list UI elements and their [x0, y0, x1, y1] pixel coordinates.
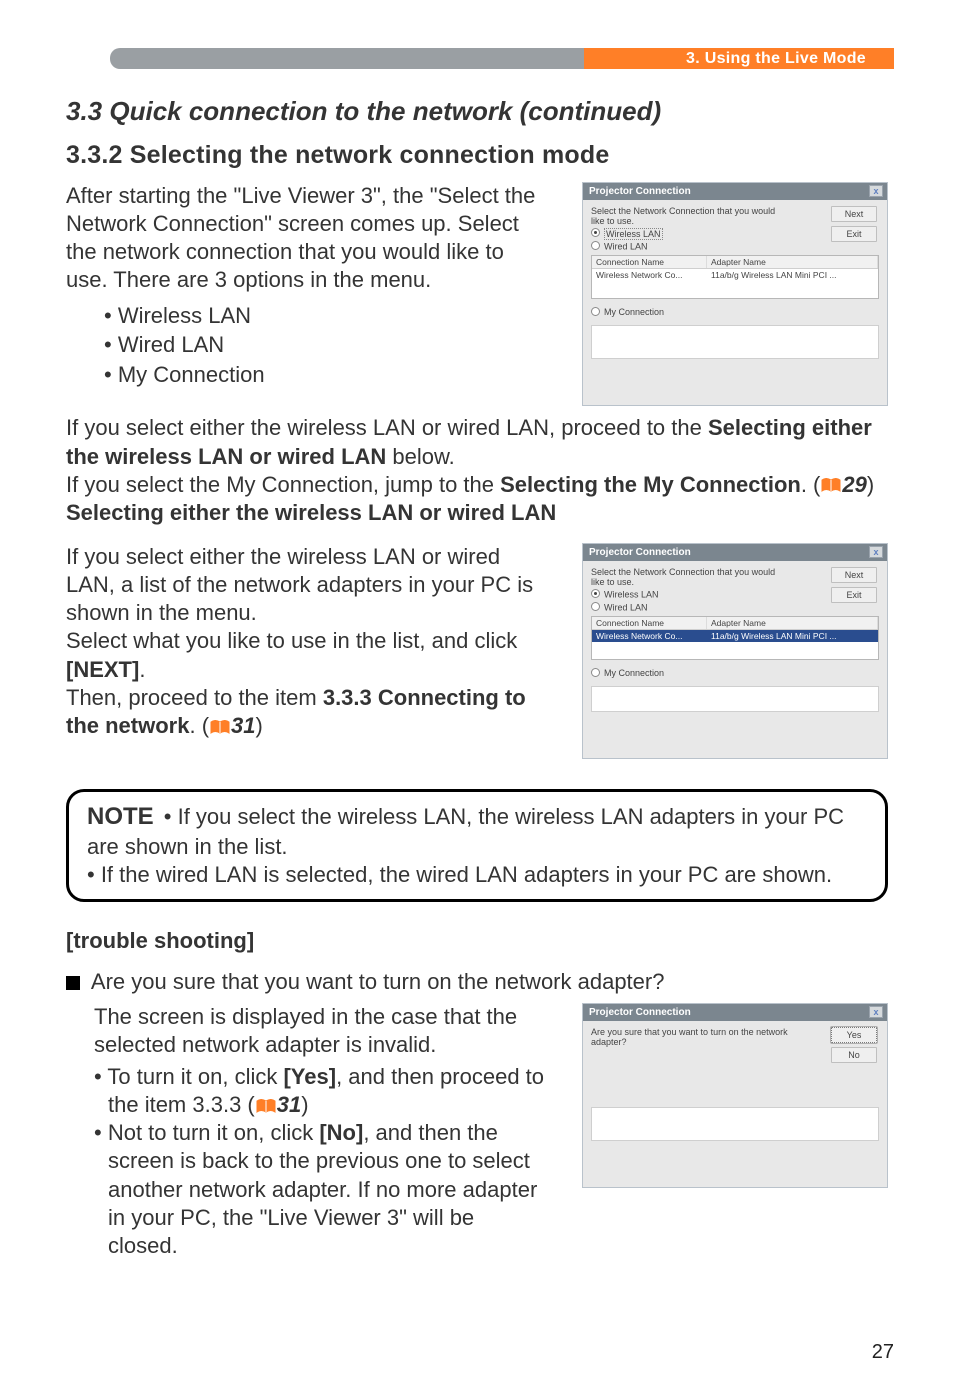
col-connection-name: Connection Name — [592, 256, 707, 268]
note-box: NOTE • If you select the wireless LAN, t… — [66, 789, 888, 902]
radio-wireless[interactable] — [591, 589, 600, 598]
dialog-lower-panel — [591, 1107, 879, 1141]
radio-wired[interactable] — [591, 241, 600, 250]
note-line-1: • If you select the wireless LAN, the wi… — [87, 804, 844, 859]
close-icon[interactable]: x — [869, 185, 883, 197]
book-icon — [821, 478, 841, 493]
next-button[interactable]: Next — [831, 567, 877, 583]
exit-button[interactable]: Exit — [831, 226, 877, 242]
dialog-instruction: Select the Network Connection that you w… — [591, 567, 791, 587]
projector-connection-dialog-3: Projector Connection x Yes No Are you su… — [582, 1003, 888, 1188]
dialog-title-text: Projector Connection — [589, 1007, 691, 1018]
selecting-lan-p1: If you select either the wireless LAN or… — [66, 543, 546, 627]
adapter-list[interactable]: Connection Name Adapter Name Wireless Ne… — [591, 255, 879, 299]
note-line-2: • If the wired LAN is selected, the wire… — [87, 861, 867, 889]
col-adapter-name: Adapter Name — [707, 256, 878, 268]
close-icon[interactable]: x — [869, 546, 883, 558]
radio-myconnection[interactable] — [591, 668, 600, 677]
radio-wireless[interactable] — [591, 228, 600, 237]
table-row[interactable]: Wireless Network Co... 11a/b/g Wireless … — [592, 269, 878, 281]
subsection-title: 3.3.2 Selecting the network connection m… — [66, 141, 888, 170]
col-adapter-name: Adapter Name — [707, 617, 878, 629]
radio-myconnection-label: My Connection — [604, 307, 664, 317]
projector-connection-dialog-1: Projector Connection x Next Exit Select … — [582, 182, 888, 406]
exit-button[interactable]: Exit — [831, 587, 877, 603]
radio-myconnection-label: My Connection — [604, 668, 664, 678]
next-button[interactable]: Next — [831, 206, 877, 222]
radio-wired[interactable] — [591, 602, 600, 611]
yes-button[interactable]: Yes — [831, 1027, 877, 1043]
cell-connection-name: Wireless Network Co... — [592, 630, 707, 642]
paragraph-selecting-myconn: If you select the My Connection, jump to… — [66, 471, 888, 499]
cell-adapter-name: 11a/b/g Wireless LAN Mini PCI ... — [707, 630, 878, 642]
radio-wired-label: Wired LAN — [604, 241, 648, 251]
radio-wireless-label: Wireless LAN — [604, 228, 663, 240]
col-connection-name: Connection Name — [592, 617, 707, 629]
note-label: NOTE — [87, 803, 154, 830]
no-button[interactable]: No — [831, 1047, 877, 1063]
radio-wired-label: Wired LAN — [604, 602, 648, 612]
intro-paragraph: After starting the "Live Viewer 3", the … — [66, 182, 546, 295]
dialog-confirm-text: Are you sure that you want to turn on th… — [591, 1027, 801, 1047]
dialog-title-text: Projector Connection — [589, 547, 691, 558]
dialog-titlebar: Projector Connection x — [583, 183, 887, 200]
troubleshooting-question: Are you sure that you want to turn on th… — [66, 968, 888, 996]
dialog-lower-panel — [591, 686, 879, 712]
square-bullet-icon — [66, 976, 80, 990]
book-icon — [256, 1099, 276, 1114]
cell-connection-name: Wireless Network Co... — [592, 269, 707, 281]
dialog-lower-panel — [591, 325, 879, 359]
selecting-lan-heading: Selecting either the wireless LAN or wir… — [66, 499, 888, 527]
paragraph-selecting-lan: If you select either the wireless LAN or… — [66, 414, 888, 470]
projector-connection-dialog-2: Projector Connection x Next Exit Select … — [582, 543, 888, 759]
book-icon — [210, 720, 230, 735]
section-title: 3.3 Quick connection to the network (con… — [66, 96, 888, 127]
header-bar: 3. Using the Live Mode — [60, 38, 894, 72]
troubleshooting-p1: The screen is displayed in the case that… — [94, 1003, 544, 1059]
dialog-title-text: Projector Connection — [589, 186, 691, 197]
list-item: • Not to turn it on, click [No], and the… — [94, 1119, 544, 1260]
dialog-instruction: Select the Network Connection that you w… — [591, 206, 791, 226]
table-row-selected[interactable]: Wireless Network Co... 11a/b/g Wireless … — [592, 630, 878, 642]
selecting-lan-p3: Then, proceed to the item 3.3.3 Connecti… — [66, 684, 546, 740]
radio-myconnection[interactable] — [591, 307, 600, 316]
breadcrumb: 3. Using the Live Mode — [584, 48, 894, 69]
selecting-lan-p2: Select what you like to use in the list,… — [66, 627, 546, 683]
close-icon[interactable]: x — [869, 1006, 883, 1018]
page-number: 27 — [872, 1341, 894, 1364]
adapter-list[interactable]: Connection Name Adapter Name Wireless Ne… — [591, 616, 879, 660]
radio-wireless-label: Wireless LAN — [604, 590, 659, 600]
dialog-titlebar: Projector Connection x — [583, 1004, 887, 1021]
list-item: • To turn it on, click [Yes], and then p… — [94, 1063, 544, 1119]
troubleshooting-heading: [trouble shooting] — [66, 928, 888, 954]
dialog-titlebar: Projector Connection x — [583, 544, 887, 561]
cell-adapter-name: 11a/b/g Wireless LAN Mini PCI ... — [707, 269, 878, 281]
